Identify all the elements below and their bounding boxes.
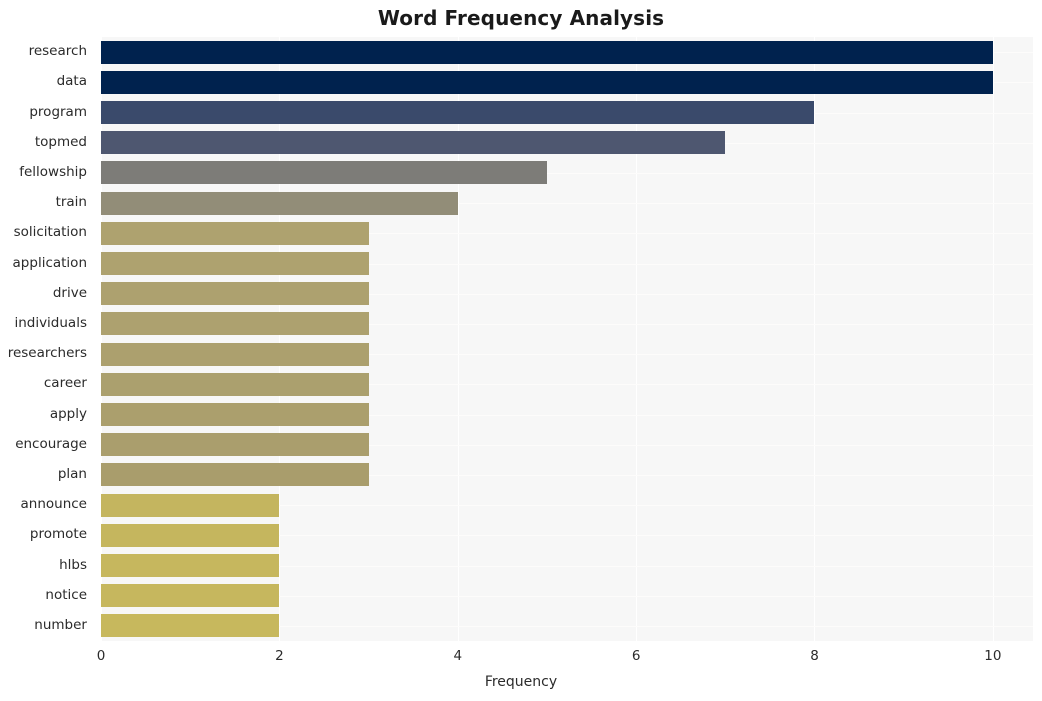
x-axis-tick-label: 6 xyxy=(631,648,641,664)
gridline-vertical xyxy=(636,37,638,641)
x-axis-tick-label: 10 xyxy=(984,648,1002,664)
x-axis-tick-labels: 0 2 4 6 8 10 xyxy=(0,648,1042,670)
y-axis-tick-label: apply xyxy=(49,405,87,422)
bar[interactable] xyxy=(101,403,369,426)
bar[interactable] xyxy=(101,312,369,336)
bar[interactable] xyxy=(101,433,369,457)
bar-row[interactable] xyxy=(101,584,1033,608)
y-axis-tick-label: hlbs xyxy=(59,556,87,573)
y-axis-tick-label: train xyxy=(55,194,87,211)
y-axis-tick-label: promote xyxy=(29,526,87,543)
y-axis-tick-label: number xyxy=(34,616,87,633)
bar[interactable] xyxy=(101,584,280,608)
bar[interactable] xyxy=(101,101,815,124)
bar[interactable] xyxy=(101,463,369,487)
bar[interactable] xyxy=(101,372,369,396)
bar-row[interactable] xyxy=(101,191,1033,215)
bar[interactable] xyxy=(101,493,280,517)
y-axis-tick-label: topmed xyxy=(34,133,87,150)
bar-row[interactable] xyxy=(101,554,1033,577)
chart-figure: Word Frequency Analysis research data prog… xyxy=(0,0,1042,701)
y-axis-tick-label: announce xyxy=(20,496,88,513)
bar-row[interactable] xyxy=(101,342,1033,366)
bar-row[interactable] xyxy=(101,70,1033,94)
y-axis-tick-label: fellowship xyxy=(19,163,87,180)
bar-row[interactable] xyxy=(101,161,1033,185)
y-axis-tick-label: drive xyxy=(52,284,87,301)
bar[interactable] xyxy=(101,252,369,275)
x-axis-title: Frequency xyxy=(484,674,558,690)
gridline-vertical xyxy=(101,37,102,641)
bar[interactable] xyxy=(101,221,369,245)
bar-row[interactable] xyxy=(101,433,1033,457)
bar-row[interactable] xyxy=(101,614,1033,638)
chart-title: Word Frequency Analysis xyxy=(377,6,665,30)
bar[interactable] xyxy=(101,131,726,155)
gridline-vertical xyxy=(814,37,816,641)
x-axis-tick-label: 8 xyxy=(810,648,819,664)
y-axis-tick-label: data xyxy=(56,73,87,90)
bar-row[interactable] xyxy=(101,523,1033,547)
y-axis-tick-label: encourage xyxy=(15,435,87,452)
bar[interactable] xyxy=(101,40,993,64)
x-axis-tick-label: 4 xyxy=(453,648,463,664)
bar[interactable] xyxy=(101,614,280,638)
y-axis-tick-label: solicitation xyxy=(13,224,87,241)
y-axis-tick-label: research xyxy=(28,43,87,60)
bar[interactable] xyxy=(101,523,280,547)
bar-row[interactable] xyxy=(101,463,1033,487)
y-axis-tick-label: program xyxy=(29,103,87,120)
bar[interactable] xyxy=(101,282,369,306)
bar[interactable] xyxy=(101,70,993,94)
bar[interactable] xyxy=(101,191,458,215)
bar-row[interactable] xyxy=(101,493,1033,517)
bar-row[interactable] xyxy=(101,312,1033,336)
bar[interactable] xyxy=(101,161,547,185)
y-axis-tick-label: application xyxy=(12,254,87,271)
gridline-vertical xyxy=(457,37,459,641)
x-axis-tick-label: 2 xyxy=(275,648,284,664)
gridline-vertical xyxy=(992,37,994,641)
bar-row[interactable] xyxy=(101,282,1033,306)
y-axis-tick-label: plan xyxy=(57,465,87,482)
y-axis-tick-label: notice xyxy=(45,586,87,603)
bar-row[interactable] xyxy=(101,40,1033,64)
gridline-vertical xyxy=(279,37,281,641)
y-axis-tick-label: researchers xyxy=(7,345,87,362)
y-axis-tick-labels: research data program topmed fellowship train… xyxy=(0,37,94,641)
y-axis-tick-label: career xyxy=(43,375,87,392)
bar-row[interactable] xyxy=(101,101,1033,124)
bar[interactable] xyxy=(101,342,369,366)
bar-row[interactable] xyxy=(101,221,1033,245)
y-axis-tick-label: individuals xyxy=(14,314,87,331)
bar-row[interactable] xyxy=(101,131,1033,155)
bar-row[interactable] xyxy=(101,403,1033,426)
bar[interactable] xyxy=(101,554,280,577)
bar-row[interactable] xyxy=(101,252,1033,275)
bar-row[interactable] xyxy=(101,372,1033,396)
x-axis-tick-label: 0 xyxy=(96,648,106,664)
plot-area xyxy=(101,37,1033,641)
